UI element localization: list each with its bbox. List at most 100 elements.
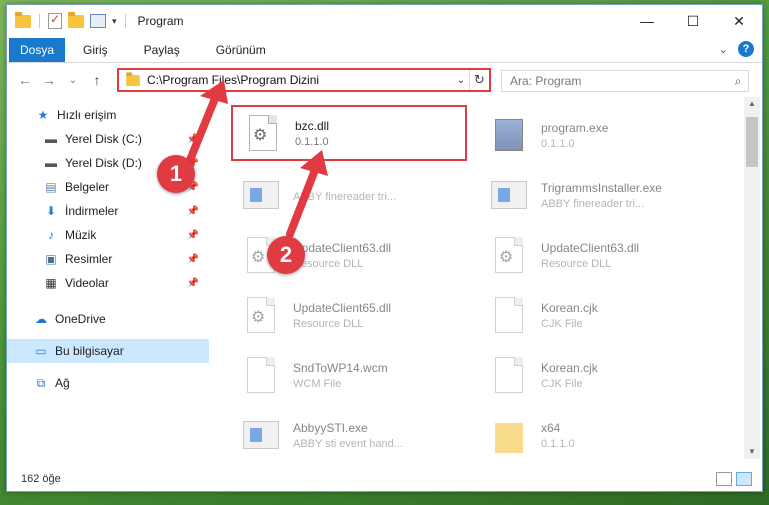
dll-file-icon: ⚙ xyxy=(241,293,281,337)
sidebar-item-music[interactable]: ♪ Müzik 📌 xyxy=(7,223,209,247)
sidebar-item-onedrive[interactable]: ☁ OneDrive xyxy=(7,307,209,331)
sidebar-item-label: Müzik xyxy=(65,228,97,242)
network-icon: ⧉ xyxy=(36,375,46,390)
file-detail: Resource DLL xyxy=(293,257,364,270)
file-tile-trigramms-installer[interactable]: TrigrammsInstaller.exe ABBY finereader tr… xyxy=(479,165,719,225)
sidebar-item-quick-access[interactable]: ★ Hızlı erişim xyxy=(7,103,209,127)
file-tile-exe[interactable]: ABBY finereader tri... xyxy=(231,165,471,225)
file-tile-updateclient63-b[interactable]: ⚙ UpdateClient63.dll Resource DLL xyxy=(479,225,719,285)
pin-icon[interactable]: 📌 xyxy=(187,254,199,265)
tiles-view-icon[interactable] xyxy=(736,472,752,486)
sidebar-item-label: Yerel Disk (D:) xyxy=(65,156,142,170)
scroll-up-icon[interactable]: ▲ xyxy=(744,97,760,111)
drive-icon: ▬ xyxy=(45,156,57,170)
file-detail: 0.1.1.0 xyxy=(541,137,575,150)
sidebar-item-pictures[interactable]: ▣ Resimler 📌 xyxy=(7,247,209,271)
annotation-badge-2: 2 xyxy=(267,236,305,274)
view-properties-icon[interactable] xyxy=(90,14,106,28)
file-name: SndToWP14.wcm xyxy=(293,360,388,375)
dll-file-icon: ⚙ xyxy=(243,111,283,155)
customize-dropdown-icon[interactable]: ▾ xyxy=(112,16,117,27)
forward-button[interactable]: → xyxy=(37,72,61,88)
file-detail: 0.1.1.0 xyxy=(541,437,575,450)
folder-icon[interactable] xyxy=(15,11,31,28)
minimize-button[interactable]: — xyxy=(624,5,670,37)
sidebar-item-videos[interactable]: ▦ Videolar 📌 xyxy=(7,271,209,295)
recent-locations-button[interactable]: ⌄ xyxy=(61,75,85,86)
scroll-thumb[interactable] xyxy=(746,117,758,167)
pin-icon[interactable]: 📌 xyxy=(187,206,199,217)
tab-home[interactable]: Giriş xyxy=(65,38,126,62)
exe-file-icon xyxy=(241,413,281,457)
explorer-window: ▾ Program — ☐ ✕ Dosya Giriş Paylaş Görün… xyxy=(6,4,763,492)
file-tile-program-exe[interactable]: program.exe 0.1.1.0 xyxy=(479,105,719,165)
address-bar[interactable]: C:\Program Files\Program Dizini ⌄ ↻ xyxy=(117,68,491,92)
window-title: Program xyxy=(137,14,184,28)
sidebar-item-label: Videolar xyxy=(65,276,109,290)
annotation-badge-1: 1 xyxy=(157,155,195,193)
toolbar-separator xyxy=(124,14,126,28)
title-bar: ▾ Program — ☐ ✕ xyxy=(7,5,762,37)
back-button[interactable]: ← xyxy=(13,72,37,88)
sidebar-item-label: Resimler xyxy=(65,252,113,266)
pin-icon[interactable]: 📌 xyxy=(187,278,199,289)
up-button[interactable]: ↑ xyxy=(85,72,109,88)
new-folder-icon[interactable] xyxy=(68,11,84,28)
file-detail: CJK File xyxy=(541,317,583,330)
file-detail: ABBY finereader tri... xyxy=(293,190,397,203)
sidebar-item-this-pc[interactable]: ▭ Bu bilgisayar xyxy=(7,339,209,363)
file-name: program.exe xyxy=(541,120,609,135)
search-input[interactable]: Ara: Program xyxy=(510,74,728,88)
toolbar-separator xyxy=(39,14,40,28)
file-name: UpdateClient63.dll xyxy=(293,240,392,255)
file-name: AbbyySTI.exe xyxy=(293,420,368,435)
file-detail: Resource DLL xyxy=(293,317,364,330)
sidebar-item-label: Hızlı erişim xyxy=(57,108,117,122)
generic-file-icon xyxy=(489,353,529,397)
vertical-scrollbar[interactable]: ▲ ▼ xyxy=(744,97,760,459)
file-tile-abbyysti[interactable]: AbbyySTI.exe ABBY sti event hand... xyxy=(231,405,471,459)
details-view-icon[interactable] xyxy=(716,472,732,486)
file-tile-x64[interactable]: x64 0.1.1.0 xyxy=(479,405,719,459)
pin-icon[interactable]: 📌 xyxy=(187,230,199,241)
window-controls: — ☐ ✕ xyxy=(624,5,762,37)
help-icon[interactable]: ? xyxy=(738,41,754,57)
file-detail: WCM File xyxy=(293,377,342,390)
sidebar-item-label: Ağ xyxy=(55,376,70,390)
file-tile-sndtowp14[interactable]: SndToWP14.wcm WCM File xyxy=(231,345,471,405)
properties-check-icon[interactable] xyxy=(48,12,62,29)
file-tile-korean-cjk-a[interactable]: Korean.cjk CJK File xyxy=(479,285,719,345)
file-tile-updateclient65[interactable]: ⚙ UpdateClient65.dll Resource DLL xyxy=(231,285,471,345)
address-dropdown-icon[interactable]: ⌄ xyxy=(453,75,469,86)
pin-icon[interactable]: 📌 xyxy=(187,134,199,145)
file-name: UpdateClient63.dll xyxy=(541,240,640,255)
downloads-icon: ⬇ xyxy=(45,204,57,218)
close-button[interactable]: ✕ xyxy=(716,5,762,37)
generic-file-icon xyxy=(489,293,529,337)
quick-access-toolbar: ▾ xyxy=(7,5,128,37)
generic-file-icon xyxy=(241,353,281,397)
folder-icon xyxy=(489,413,529,457)
sidebar-item-label: Bu bilgisayar xyxy=(55,344,124,358)
sidebar-item-downloads[interactable]: ⬇ İndirmeler 📌 xyxy=(7,199,209,223)
cloud-icon: ☁ xyxy=(35,312,47,326)
file-name: Korean.cjk xyxy=(541,300,598,315)
refresh-icon[interactable]: ↻ xyxy=(469,70,489,90)
expand-ribbon-icon[interactable]: ⌄ xyxy=(719,43,728,56)
scroll-down-icon[interactable]: ▼ xyxy=(744,445,760,459)
file-detail: 0.1.1.0 xyxy=(295,135,329,148)
file-name: x64 xyxy=(541,420,561,435)
program-icon xyxy=(489,113,529,157)
address-path[interactable]: C:\Program Files\Program Dizini xyxy=(147,73,453,87)
dll-file-icon: ⚙ xyxy=(489,233,529,277)
maximize-button[interactable]: ☐ xyxy=(670,5,716,37)
tab-file[interactable]: Dosya xyxy=(9,37,65,62)
search-box[interactable]: Ara: Program ⌕ xyxy=(501,70,749,92)
tab-view[interactable]: Görünüm xyxy=(198,38,284,62)
file-name: Korean.cjk xyxy=(541,360,598,375)
file-tile-bzc-dll[interactable]: ⚙ bzc.dll 0.1.1.0 xyxy=(231,105,467,161)
sidebar-item-network[interactable]: ⧉ Ağ xyxy=(7,371,209,395)
tab-share[interactable]: Paylaş xyxy=(126,38,198,62)
sidebar-item-local-disk-c[interactable]: ▬ Yerel Disk (C:) 📌 xyxy=(7,127,209,151)
file-tile-korean-cjk-b[interactable]: Korean.cjk CJK File xyxy=(479,345,719,405)
